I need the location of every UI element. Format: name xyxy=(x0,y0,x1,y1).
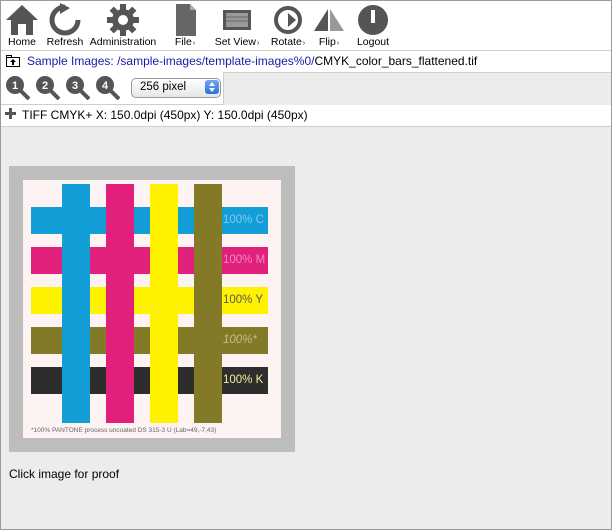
zoom-size-select[interactable]: 256 pixel xyxy=(131,78,221,98)
breadcrumb-bar: Sample Images: /sample-images/template-i… xyxy=(1,50,611,73)
image-resolution: X: 150.0dpi (450px) Y: 150.0dpi (450px) xyxy=(95,108,308,122)
image-info-bar: TIFF CMYK+ X: 150.0dpi (450px) Y: 150.0d… xyxy=(1,105,611,127)
app-window: Home Refresh Administration File› Set Vi… xyxy=(0,0,612,530)
home-button[interactable]: Home xyxy=(3,1,41,50)
yellow-vertical-bar xyxy=(150,184,178,423)
logout-button[interactable]: Logout xyxy=(351,1,395,50)
flip-menu-button[interactable]: Flip› xyxy=(311,1,347,50)
zoom-2-button[interactable]: 2 xyxy=(34,74,61,101)
file-label: File› xyxy=(174,36,196,48)
set-view-menu-button[interactable]: Set View› xyxy=(209,1,265,50)
set-view-label: Set View› xyxy=(214,36,260,48)
bar-label-yellow: 100% Y xyxy=(223,294,264,306)
flip-icon xyxy=(314,9,344,31)
magenta-vertical-bar xyxy=(106,184,134,423)
zoom-toolbar: 1 2 3 4 256 pixel xyxy=(1,72,224,105)
logout-icon xyxy=(358,5,388,35)
zoom-3-button[interactable]: 3 xyxy=(64,74,91,101)
magnifier-icon: 2 xyxy=(36,76,61,101)
flip-label: Flip› xyxy=(318,36,340,48)
svg-text:1: 1 xyxy=(12,80,18,92)
magnifier-icon: 3 xyxy=(66,76,91,101)
zoom-4-button[interactable]: 4 xyxy=(94,74,121,101)
refresh-label: Refresh xyxy=(46,36,84,48)
bar-label-black: 100% K xyxy=(223,374,264,386)
breadcrumb-filename: CMYK_color_bars_flattened.tif xyxy=(314,54,478,68)
bar-label-olive: 100%* xyxy=(223,334,257,346)
svg-text:4: 4 xyxy=(102,80,109,92)
magnifier-icon: 1 xyxy=(6,76,31,101)
image-footnote: *100% PANTONE process uncoated DS 315-3 … xyxy=(31,427,217,434)
main-toolbar: Home Refresh Administration File› Set Vi… xyxy=(1,1,611,50)
breadcrumb-folder-link[interactable]: /sample-images/template-images%0/ xyxy=(117,54,314,68)
administration-label: Administration xyxy=(89,36,157,48)
image-format: TIFF CMYK+ xyxy=(22,108,93,122)
breadcrumb: Sample Images: /sample-images/template-i… xyxy=(27,54,477,68)
svg-text:3: 3 xyxy=(72,80,78,92)
cyan-vertical-bar xyxy=(62,184,90,423)
bar-label-cyan: 100% C xyxy=(223,214,264,226)
cmyk-color-bars-image: 100% C 100% M 100% Y 100%* 100% K *100% … xyxy=(23,180,281,438)
svg-text:2: 2 xyxy=(42,80,48,92)
proof-caption: Click image for proof xyxy=(9,467,120,481)
rotate-label: Rotate› xyxy=(270,36,306,48)
refresh-icon xyxy=(49,3,81,36)
select-stepper-icon xyxy=(205,80,219,94)
breadcrumb-root-link[interactable]: Sample Images: xyxy=(27,54,114,68)
image-thumbnail[interactable]: 100% C 100% M 100% Y 100%* 100% K *100% … xyxy=(9,166,295,452)
rotate-menu-button[interactable]: Rotate› xyxy=(265,1,311,50)
image-info-text: TIFF CMYK+ X: 150.0dpi (450px) Y: 150.0d… xyxy=(22,108,308,122)
rotate-icon xyxy=(274,6,302,34)
administration-button[interactable]: Administration xyxy=(87,1,159,50)
bar-label-magenta: 100% M xyxy=(223,254,266,266)
expand-plus-icon[interactable] xyxy=(5,108,16,119)
file-menu-button[interactable]: File› xyxy=(165,1,205,50)
view-icon xyxy=(223,10,251,30)
gear-icon xyxy=(107,4,139,36)
file-icon xyxy=(176,4,196,36)
zoom-size-value: 256 pixel xyxy=(140,81,187,93)
olive-vertical-bar xyxy=(194,184,222,423)
zoom-1-button[interactable]: 1 xyxy=(4,74,31,101)
magnifier-icon: 4 xyxy=(96,76,121,101)
home-label: Home xyxy=(7,36,36,48)
refresh-button[interactable]: Refresh xyxy=(43,1,87,50)
logout-label: Logout xyxy=(356,36,390,48)
home-icon xyxy=(6,5,38,35)
folder-up-icon[interactable] xyxy=(6,55,20,67)
